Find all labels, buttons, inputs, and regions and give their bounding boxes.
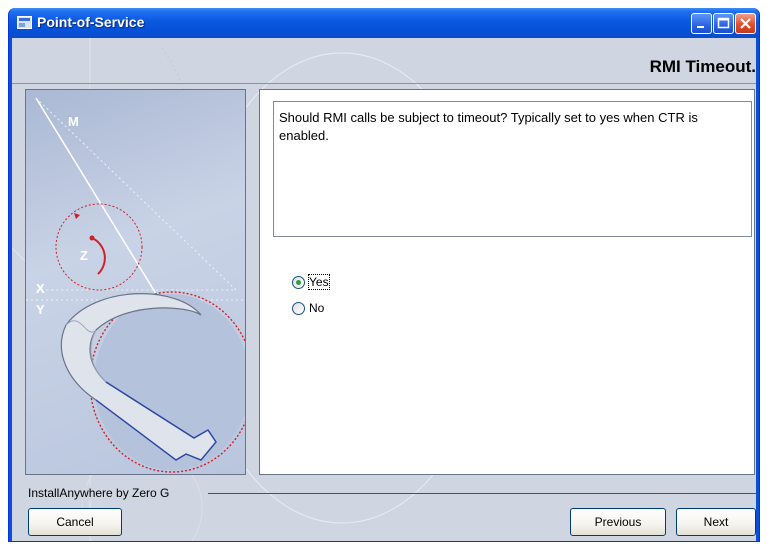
next-button[interactable]: Next: [676, 508, 756, 536]
wizard-body: RMI Timeout. M Z X Y Should RMI calls be…: [12, 38, 756, 541]
close-button[interactable]: [735, 13, 756, 34]
radio-yes[interactable]: [292, 275, 305, 289]
content-panel: Should RMI calls be subject to timeout? …: [259, 89, 755, 475]
minimize-button[interactable]: [691, 13, 712, 34]
illustration-panel: M Z X Y: [25, 89, 246, 475]
radio-no[interactable]: [292, 301, 305, 315]
cancel-button[interactable]: Cancel: [28, 508, 122, 536]
description-text: Should RMI calls be subject to timeout? …: [273, 101, 752, 237]
option-no-label[interactable]: No: [309, 301, 324, 315]
option-no[interactable]: No: [292, 299, 324, 317]
installer-app-icon: [17, 16, 32, 29]
wrench-illustration: M Z X Y: [26, 97, 245, 473]
title-bar[interactable]: Point-of-Service: [9, 8, 759, 38]
previous-button[interactable]: Previous: [570, 508, 666, 536]
close-icon: [740, 18, 751, 29]
option-yes-label[interactable]: Yes: [308, 274, 330, 290]
minimize-icon: [697, 26, 704, 28]
maximize-button[interactable]: [713, 13, 734, 34]
axis-label-y: Y: [36, 302, 45, 317]
axis-label-x: X: [36, 281, 45, 296]
axis-label-m: M: [68, 114, 79, 129]
footer-divider: [208, 493, 756, 494]
step-title: RMI Timeout.: [649, 57, 756, 76]
header-divider: [12, 83, 756, 84]
axis-label-z: Z: [80, 248, 88, 263]
maximize-icon: [717, 17, 730, 29]
window-title: Point-of-Service: [37, 14, 145, 30]
vendor-label: InstallAnywhere by Zero G: [28, 486, 174, 500]
installer-window: Point-of-Service RMI Timeout. M Z X Y Sh…: [8, 8, 760, 542]
option-yes[interactable]: Yes: [292, 273, 330, 291]
